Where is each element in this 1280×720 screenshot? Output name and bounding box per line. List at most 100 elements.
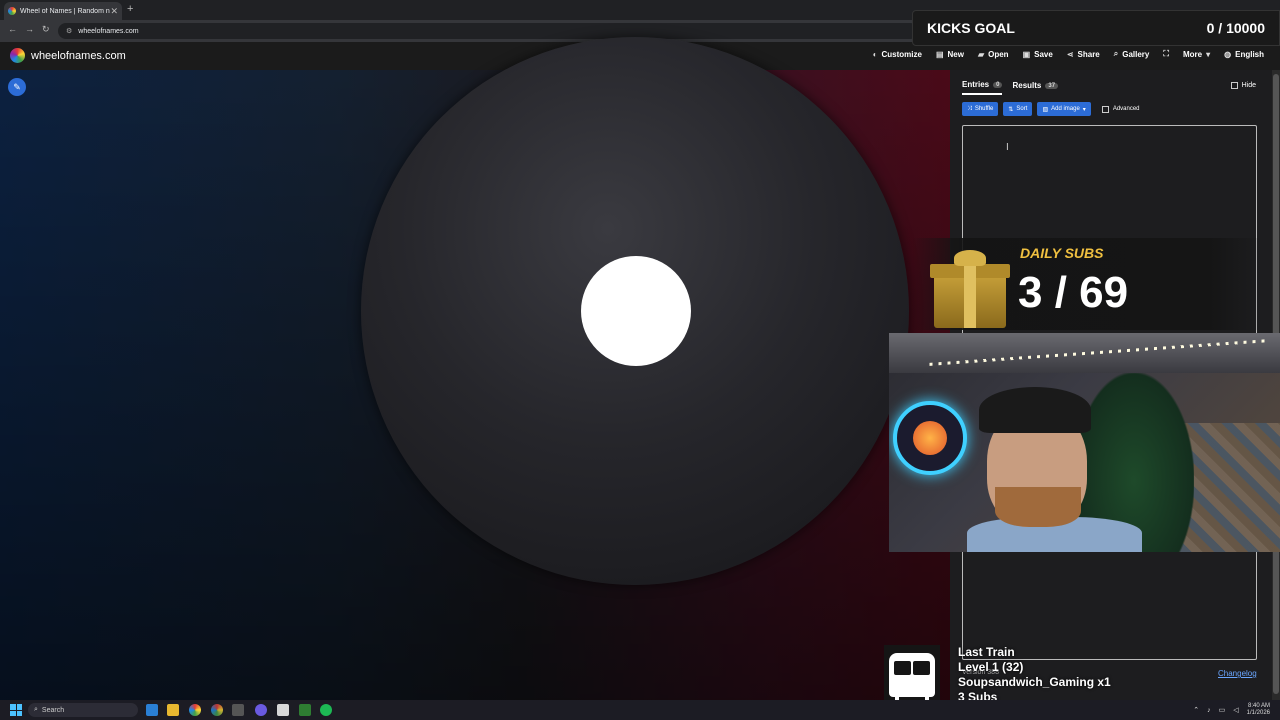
nav-save-button[interactable]: ▣ Save <box>1023 49 1053 59</box>
nav-label: Share <box>1077 49 1100 59</box>
forward-icon[interactable]: → <box>25 24 34 34</box>
browser-tab[interactable]: Wheel of Names | Random nam ✕ <box>4 2 122 20</box>
chevron-up-icon[interactable]: ⌃ <box>1193 706 1199 714</box>
train-icon <box>884 645 940 705</box>
windows-start-icon[interactable] <box>10 704 22 716</box>
excel-icon[interactable] <box>299 704 311 716</box>
notepad-icon[interactable] <box>277 704 289 716</box>
site-brand: wheelofnames.com <box>31 49 126 62</box>
advanced-checkbox[interactable] <box>1101 105 1109 113</box>
site-info-icon[interactable]: ⚙ <box>66 27 72 35</box>
nav-gallery-button[interactable]: ⌕ Gallery <box>1114 49 1150 59</box>
kicks-goal-overlay: KICKS GOAL 0 / 10000 <box>912 10 1280 46</box>
panel-tabs: Entries 0 Results 37 <box>962 80 1059 95</box>
sort-icon: ⇅ <box>1008 106 1014 113</box>
nav-label: Customize <box>881 49 922 59</box>
spotify-icon[interactable] <box>320 704 332 716</box>
mic-icon[interactable]: ♪ <box>1207 707 1211 714</box>
nav-new-button[interactable]: ▤ New <box>936 49 964 59</box>
shuffle-label: Shuffle <box>974 106 994 112</box>
search-icon: ⌕ <box>34 706 38 713</box>
advanced-toggle[interactable]: Advanced <box>1101 105 1140 113</box>
hide-toggle[interactable]: Hide <box>1230 82 1256 89</box>
clock-date: 1/1/2026 <box>1246 710 1270 716</box>
nav-language-button[interactable]: ◍ English <box>1224 49 1264 59</box>
fullscreen-button[interactable]: ⛶ <box>1163 49 1169 59</box>
nav-share-button[interactable]: ⋖ Share <box>1067 49 1100 59</box>
nav-more-button[interactable]: More ▾ <box>1183 49 1210 59</box>
wheel-center-hub[interactable] <box>581 256 691 366</box>
search-icon: ⌕ <box>1113 49 1119 58</box>
nav-customize-button[interactable]: ◐ Customize <box>873 49 922 59</box>
sub-train-overlay: Last Train Level 1 (32) Soupsandwich_Gam… <box>958 645 1111 705</box>
daily-subs-title: DAILY SUBS <box>1020 245 1104 261</box>
folder-icon: ▰ <box>977 49 985 59</box>
sort-label: Sort <box>1016 106 1028 112</box>
wheel-logo-icon <box>10 48 25 63</box>
nav-open-button[interactable]: ▰ Open <box>978 49 1009 59</box>
shuffle-button[interactable]: ⤨ Shuffle <box>962 102 999 116</box>
taskbar-search[interactable]: ⌕ Search <box>28 703 138 717</box>
share-icon: ⋖ <box>1066 49 1074 59</box>
tab-title: Wheel of Names | Random nam <box>20 7 111 15</box>
nav-label: More <box>1182 49 1203 59</box>
system-tray: ⌃ ♪ ▭ ◁ 8:40 AM 1/1/2026 <box>1193 703 1270 717</box>
discord-icon[interactable] <box>255 704 267 716</box>
nav-label: Open <box>988 49 1009 59</box>
task-view-icon[interactable] <box>146 704 158 716</box>
pencil-icon: ✎ <box>13 81 21 92</box>
edit-title-button[interactable]: ✎ <box>8 78 26 96</box>
terminal-icon[interactable] <box>232 704 244 716</box>
sort-button[interactable]: ⇅ Sort <box>1003 102 1033 116</box>
add-image-button[interactable]: ▧ Add image ▾ <box>1037 102 1091 116</box>
changelog-link[interactable]: Changelog <box>1218 669 1257 678</box>
windows-taskbar: ⌕ Search ⌃ ♪ ▭ ◁ 8:40 AM 1/1/2026 <box>0 700 1280 720</box>
chevron-down-icon: ▾ <box>1082 106 1086 113</box>
train-user: Soupsandwich_Gaming x1 <box>958 675 1111 689</box>
nav-label: Gallery <box>1122 49 1150 59</box>
close-tab-icon[interactable]: ✕ <box>110 6 118 17</box>
chrome-alt-icon[interactable] <box>211 704 223 716</box>
nav-label: New <box>947 49 964 59</box>
save-icon: ▣ <box>1022 49 1031 59</box>
tab-entries[interactable]: Entries 0 <box>962 80 1003 95</box>
nav-label: English <box>1235 49 1264 59</box>
site-logo[interactable]: wheelofnames.com <box>10 48 126 63</box>
chevron-down-icon: ▾ <box>1206 49 1211 59</box>
image-icon: ▧ <box>1042 106 1049 113</box>
nav-menu: ◐ Customize ▤ New ▰ Open ▣ Save ⋖ Share ⌕ Gall… <box>873 49 1264 59</box>
neon-phoenix-sign-icon <box>893 401 967 475</box>
file-icon: ▤ <box>935 49 944 59</box>
webcam-overlay <box>889 333 1280 552</box>
entries-count-badge: 0 <box>993 81 1003 88</box>
chrome-icon[interactable] <box>189 704 201 716</box>
clock-time: 8:40 AM <box>1247 703 1270 709</box>
url-input[interactable]: ⚙ wheelofnames.com <box>58 23 918 39</box>
hide-label: Hide <box>1241 82 1256 89</box>
wheel-favicon-icon <box>8 7 16 15</box>
text-cursor-icon: I <box>1006 142 1009 153</box>
train-title: Last Train <box>958 645 1015 659</box>
daily-subs-count: 3 / 69 <box>1018 268 1129 317</box>
new-tab-icon[interactable]: + <box>127 3 133 15</box>
tab-label: Results <box>1012 81 1042 90</box>
streamer <box>967 377 1142 552</box>
gift-box-icon <box>930 250 1010 328</box>
reload-icon[interactable]: ↻ <box>42 24 50 35</box>
hide-checkbox[interactable] <box>1230 82 1238 89</box>
volume-icon[interactable]: ◁ <box>1233 706 1238 714</box>
tab-results[interactable]: Results 37 <box>1012 80 1059 95</box>
fullscreen-icon: ⛶ <box>1163 49 1169 58</box>
network-icon[interactable]: ▭ <box>1219 706 1226 714</box>
advanced-label: Advanced <box>1112 106 1140 112</box>
clock[interactable]: 8:40 AM 1/1/2026 <box>1247 703 1270 717</box>
shuffle-icon: ⤨ <box>967 105 972 112</box>
taskbar-search-label: Search <box>41 706 65 714</box>
goal-title: KICKS GOAL <box>927 20 1015 36</box>
results-count-badge: 37 <box>1045 82 1059 89</box>
train-level: Level 1 (32) <box>958 660 1024 674</box>
goal-value: 0 / 10000 <box>1206 20 1265 36</box>
back-icon[interactable]: ← <box>8 24 17 34</box>
url-text: wheelofnames.com <box>78 27 139 35</box>
file-explorer-icon[interactable] <box>167 704 179 716</box>
